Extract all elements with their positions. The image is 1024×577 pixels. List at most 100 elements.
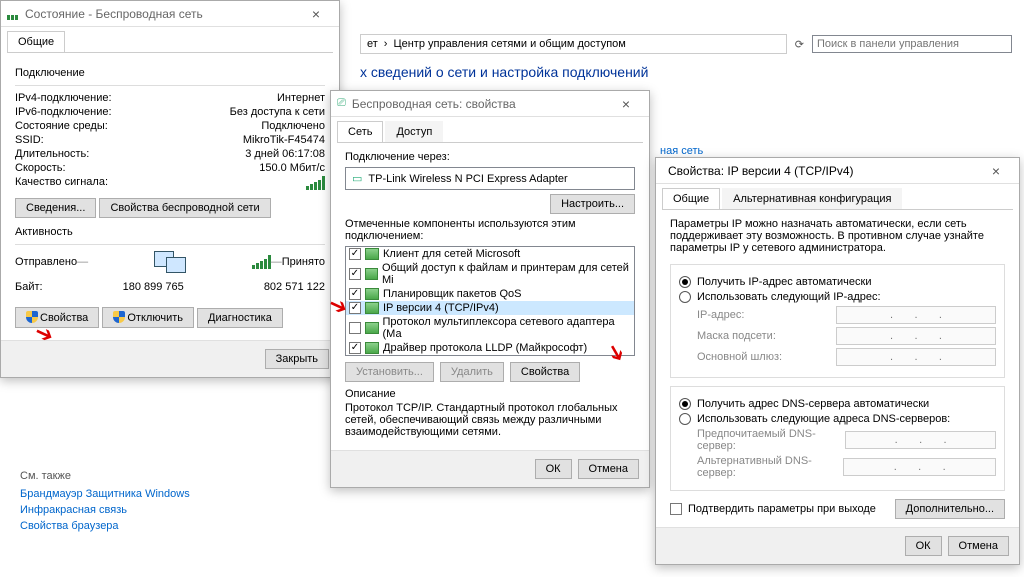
install-button[interactable]: Установить... [345,362,434,382]
chevron-right-icon: › [384,38,388,50]
sidebar-link-firewall[interactable]: Брандмауэр Защитника Windows [20,488,190,500]
component-item[interactable]: IP версии 4 (TCP/IPv4) [346,301,634,315]
tab-network[interactable]: Сеть [337,121,383,142]
see-also-sidebar: См. также Брандмауэр Защитника Windows И… [20,470,190,536]
ok-button[interactable]: ОК [905,536,942,556]
intro-text: Параметры IP можно назначать автоматичес… [670,218,1005,254]
component-item[interactable]: Клиент для сетей Microsoft [346,247,634,261]
components-list[interactable]: Клиент для сетей MicrosoftОбщий доступ к… [345,246,635,356]
component-label: Клиент для сетей Microsoft [383,248,520,260]
advanced-button[interactable]: Дополнительно... [895,499,1005,519]
status-key: IPv6-подключение: [15,106,112,118]
close-button[interactable]: Закрыть [265,349,329,369]
subnet-mask-label: Маска подсети: [697,330,776,342]
protocol-icon [365,322,379,334]
subnet-mask-input[interactable] [836,327,996,345]
adapter-properties-window: ⎚ Беспроводная сеть: свойства × Сеть Дос… [330,90,650,488]
radio-dns-auto[interactable]: Получить адрес DNS-сервера автоматически [679,398,996,410]
refresh-icon[interactable]: ⟳ [795,38,804,51]
protocol-icon [365,302,379,314]
bytes-label: Байт: [15,281,43,293]
dns2-input[interactable] [843,458,996,476]
component-label: Драйвер протокола LLDP (Майкрософт) [383,342,587,354]
protocol-icon [365,248,379,260]
protocol-icon [365,342,379,354]
search-input[interactable] [812,35,1012,53]
gateway-input[interactable] [836,348,996,366]
dns2-label: Альтернативный DNS-сервер: [697,455,843,479]
component-label: Протокол мультиплексора сетевого адаптер… [383,316,631,340]
diagnose-button[interactable]: Диагностика [197,308,283,328]
checkbox-icon [670,503,682,515]
configure-button[interactable]: Настроить... [550,194,635,214]
signal-icon [7,8,19,20]
radio-icon [679,276,691,288]
breadcrumb-item[interactable]: ет [367,38,378,50]
sidebar-link-browser[interactable]: Свойства браузера [20,520,190,532]
checkbox-icon[interactable] [349,342,361,354]
details-button[interactable]: Сведения... [15,198,96,218]
shield-icon [113,311,125,323]
breadcrumb-item[interactable]: Центр управления сетями и общим доступом [393,38,625,50]
uninstall-button[interactable]: Удалить [440,362,504,382]
component-item[interactable]: Драйвер протокола LLDP (Майкрософт) [346,341,634,355]
checkbox-icon[interactable] [349,302,361,314]
tcpip-properties-window: Свойства: IP версии 4 (TCP/IPv4) × Общие… [655,157,1020,565]
dns1-label: Предпочитаемый DNS-сервер: [697,428,845,452]
protocol-icon [365,268,378,280]
status-key: Длительность: [15,148,89,160]
window-title: Беспроводная сеть: свойства [352,97,609,111]
adapter-name: TP-Link Wireless N PCI Express Adapter [368,173,567,185]
description-text: Протокол TCP/IP. Стандартный протокол гл… [345,402,635,438]
checkbox-icon[interactable] [349,322,361,334]
status-key: IPv4-подключение: [15,92,112,104]
ip-group: Получить IP-адрес автоматически Использо… [670,264,1005,378]
disable-button[interactable]: Отключить [102,307,194,328]
radio-icon [679,291,691,303]
dns1-input[interactable] [845,431,996,449]
sidebar-link-infrared[interactable]: Инфракрасная связь [20,504,190,516]
radio-ip-auto[interactable]: Получить IP-адрес автоматически [679,276,996,288]
component-properties-button[interactable]: Свойства [510,362,580,382]
tab-access[interactable]: Доступ [385,121,443,142]
breadcrumb[interactable]: ет › Центр управления сетями и общим дос… [360,34,787,54]
window-title: Свойства: IP версии 4 (TCP/IPv4) [668,164,979,178]
component-item[interactable]: Планировщик пакетов QoS [346,287,634,301]
ip-address-label: IP-адрес: [697,309,744,321]
wireless-status-window: Состояние - Беспроводная сеть × Общие По… [0,0,340,378]
close-icon[interactable]: × [299,6,333,22]
radio-dns-manual[interactable]: Использовать следующие адреса DNS-сервер… [679,413,996,425]
component-item[interactable]: Протокол мультиплексора сетевого адаптер… [346,315,634,341]
radio-ip-manual[interactable]: Использовать следующий IP-адрес: [679,291,996,303]
description-label: Описание [345,388,635,400]
component-label: Планировщик пакетов QoS [383,288,522,300]
network-link[interactable]: ная сеть [660,145,703,157]
close-icon[interactable]: × [609,96,643,112]
tab-general[interactable]: Общие [7,31,65,52]
ip-address-input[interactable] [836,306,996,324]
close-icon[interactable]: × [979,163,1013,179]
cancel-button[interactable]: Отмена [948,536,1009,556]
sidebar-heading: См. также [20,470,190,482]
ok-button[interactable]: ОК [535,459,572,479]
checkbox-icon[interactable] [349,268,361,280]
radio-icon [679,398,691,410]
tab-general[interactable]: Общие [662,188,720,209]
status-value: Подключено [261,120,325,132]
adapter-device-icon: ▭ [352,172,362,185]
status-value: 3 дней 06:17:08 [245,148,325,160]
radio-icon [679,413,691,425]
status-key: SSID: [15,134,44,146]
signal-bars-icon [306,176,325,190]
wireless-properties-button[interactable]: Свойства беспроводной сети [99,198,270,218]
cancel-button[interactable]: Отмена [578,459,639,479]
status-value: MikroTik-F45474 [243,134,325,146]
validate-checkbox[interactable]: Подтвердить параметры при выходе [670,503,876,515]
protocol-icon [365,288,379,300]
tab-alt-config[interactable]: Альтернативная конфигурация [722,188,902,209]
status-key: Состояние среды: [15,120,108,132]
component-item[interactable]: Общий доступ к файлам и принтерам для се… [346,261,634,287]
checkbox-icon[interactable] [349,248,361,260]
status-value: 150.0 Мбит/c [259,162,325,174]
component-item[interactable]: IP версии 6 (TCP/IPv6) [346,355,634,356]
